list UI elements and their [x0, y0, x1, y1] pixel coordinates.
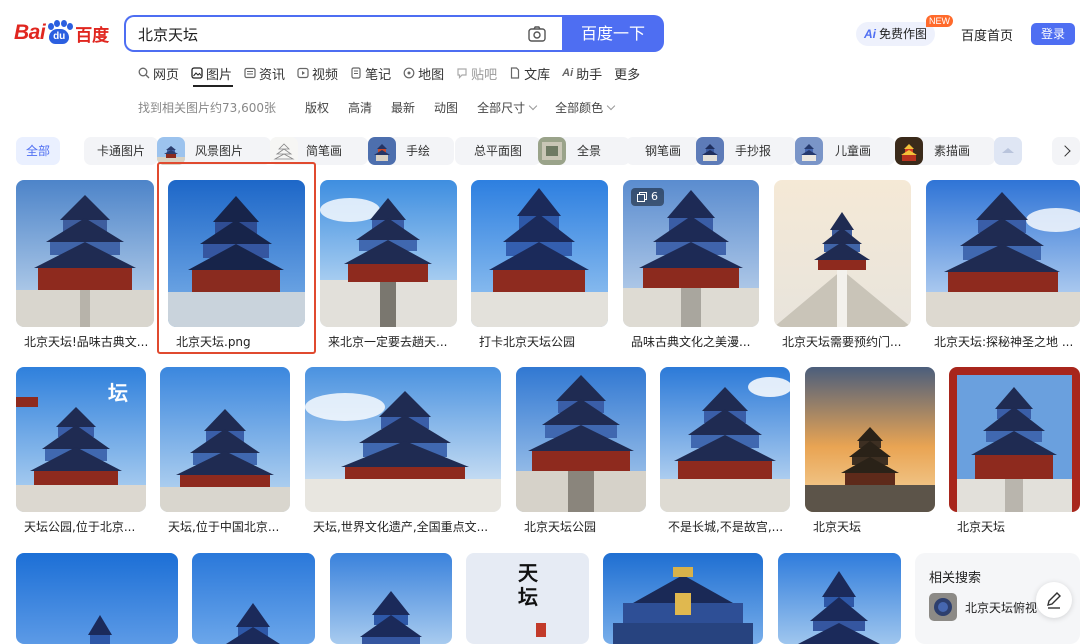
edit-feedback-button[interactable]	[1036, 582, 1072, 618]
ai-assistant-icon: Ai	[562, 67, 574, 79]
tab-tieba[interactable]: 贴吧	[456, 63, 497, 83]
chip-scenery[interactable]: 风景图片	[157, 137, 271, 165]
filter-latest[interactable]: 最新	[391, 99, 415, 116]
paw-icon: du	[46, 20, 74, 46]
pencil-icon	[1047, 592, 1061, 609]
active-tab-underline	[193, 85, 233, 87]
chevron-right-icon[interactable]	[1052, 137, 1080, 165]
chip-children-drawing[interactable]: 儿童画	[795, 137, 895, 165]
tab-news[interactable]: 资讯	[244, 63, 285, 83]
chip-thumbnail	[538, 137, 566, 165]
chip-thumbnail	[795, 137, 823, 165]
chip-sketch-drawing[interactable]: 素描画	[895, 137, 995, 165]
tab-web[interactable]: 网页	[138, 63, 179, 83]
chip-pen-drawing[interactable]: 钢笔画	[626, 137, 700, 165]
ai-free-label: 免费作图	[879, 27, 928, 41]
chip-handdrawn[interactable]: 手绘	[368, 137, 454, 165]
filter-color-dropdown[interactable]: 全部颜色	[555, 99, 616, 116]
tab-assistant[interactable]: Ai 助手	[562, 63, 602, 83]
chip-thumbnail	[157, 137, 185, 165]
chip-sketch[interactable]: 简笔画	[270, 137, 368, 165]
filter-size-dropdown[interactable]: 全部尺寸	[477, 99, 538, 116]
result-count: 找到相关图片约73,600张	[138, 101, 276, 115]
news-icon	[244, 67, 256, 79]
logo-text-du: 百度	[75, 25, 110, 46]
tab-images[interactable]: 图片	[191, 63, 232, 83]
search-box[interactable]	[124, 15, 564, 52]
map-icon	[403, 67, 415, 79]
filter-animated[interactable]: 动图	[434, 99, 458, 116]
filter-copyright[interactable]: 版权	[305, 99, 329, 116]
chip-site-plan[interactable]: 总平面图	[455, 137, 541, 165]
baidu-home-link[interactable]: 百度首页	[961, 25, 1013, 44]
chevron-down-icon	[528, 101, 538, 111]
selected-image-highlight	[157, 162, 316, 354]
image-icon	[191, 67, 203, 79]
related-thumbnail	[929, 593, 957, 621]
search-tabs: 网页 图片 资讯 视频 笔记 地图 贴吧 文库 Ai 助手 更多	[138, 63, 640, 83]
baidu-logo[interactable]: Bai du 百度	[14, 16, 109, 50]
doc-icon	[511, 67, 520, 79]
tab-more[interactable]: 更多	[614, 63, 640, 83]
gallery-icon	[637, 192, 647, 202]
tab-notes[interactable]: 笔记	[350, 63, 391, 83]
chip-thumbnail	[696, 137, 724, 165]
tab-map[interactable]: 地图	[403, 63, 444, 83]
search-icon	[138, 67, 150, 79]
chip-cartoon[interactable]: 卡通图片	[84, 137, 158, 165]
chip-thumbnail	[368, 137, 396, 165]
camera-icon[interactable]	[528, 26, 546, 42]
chip-thumbnail	[270, 137, 298, 165]
filter-hd[interactable]: 高清	[348, 99, 372, 116]
related-search-item[interactable]: 北京天坛俯视	[929, 593, 1037, 621]
chip-next-partial[interactable]	[994, 137, 1022, 165]
category-chips: 全部 卡通图片 风景图片 简笔画 手绘 总平面图 全景 钢笔画 手抄报 儿童画 …	[16, 137, 1080, 165]
login-button[interactable]: 登录	[1031, 23, 1075, 45]
tieba-icon	[457, 68, 467, 79]
logo-text-bai: Bai	[14, 21, 46, 44]
chip-thumbnail	[994, 137, 1022, 165]
chip-panorama[interactable]: 全景	[538, 137, 630, 165]
image-overlay-text: 天坛	[518, 561, 538, 609]
new-badge: NEW	[926, 15, 953, 27]
chevron-down-icon	[606, 101, 616, 111]
related-searches-title: 相关搜索	[929, 571, 982, 586]
search-input[interactable]	[138, 25, 508, 43]
filter-bar: 找到相关图片约73,600张 版权 高清 最新 动图 全部尺寸 全部颜色	[138, 99, 616, 116]
tab-wenku[interactable]: 文库	[509, 63, 550, 83]
note-icon	[351, 67, 361, 79]
chip-thumbnail	[895, 137, 923, 165]
tab-video[interactable]: 视频	[297, 63, 338, 83]
search-button[interactable]: 百度一下	[562, 15, 664, 52]
ai-free-drawing-button[interactable]: Ai 免费作图	[856, 22, 936, 46]
image-overlay-text: 坛	[108, 381, 128, 405]
image-count-badge: 6	[631, 188, 664, 206]
header: Bai du 百度 百度一下 Ai 免费作图 NEW 百度首页 登录	[0, 0, 1080, 56]
video-icon	[297, 67, 309, 79]
ai-icon: Ai	[864, 27, 876, 41]
chip-handcopy[interactable]: 手抄报	[696, 137, 796, 165]
chip-all[interactable]: 全部	[16, 137, 60, 165]
